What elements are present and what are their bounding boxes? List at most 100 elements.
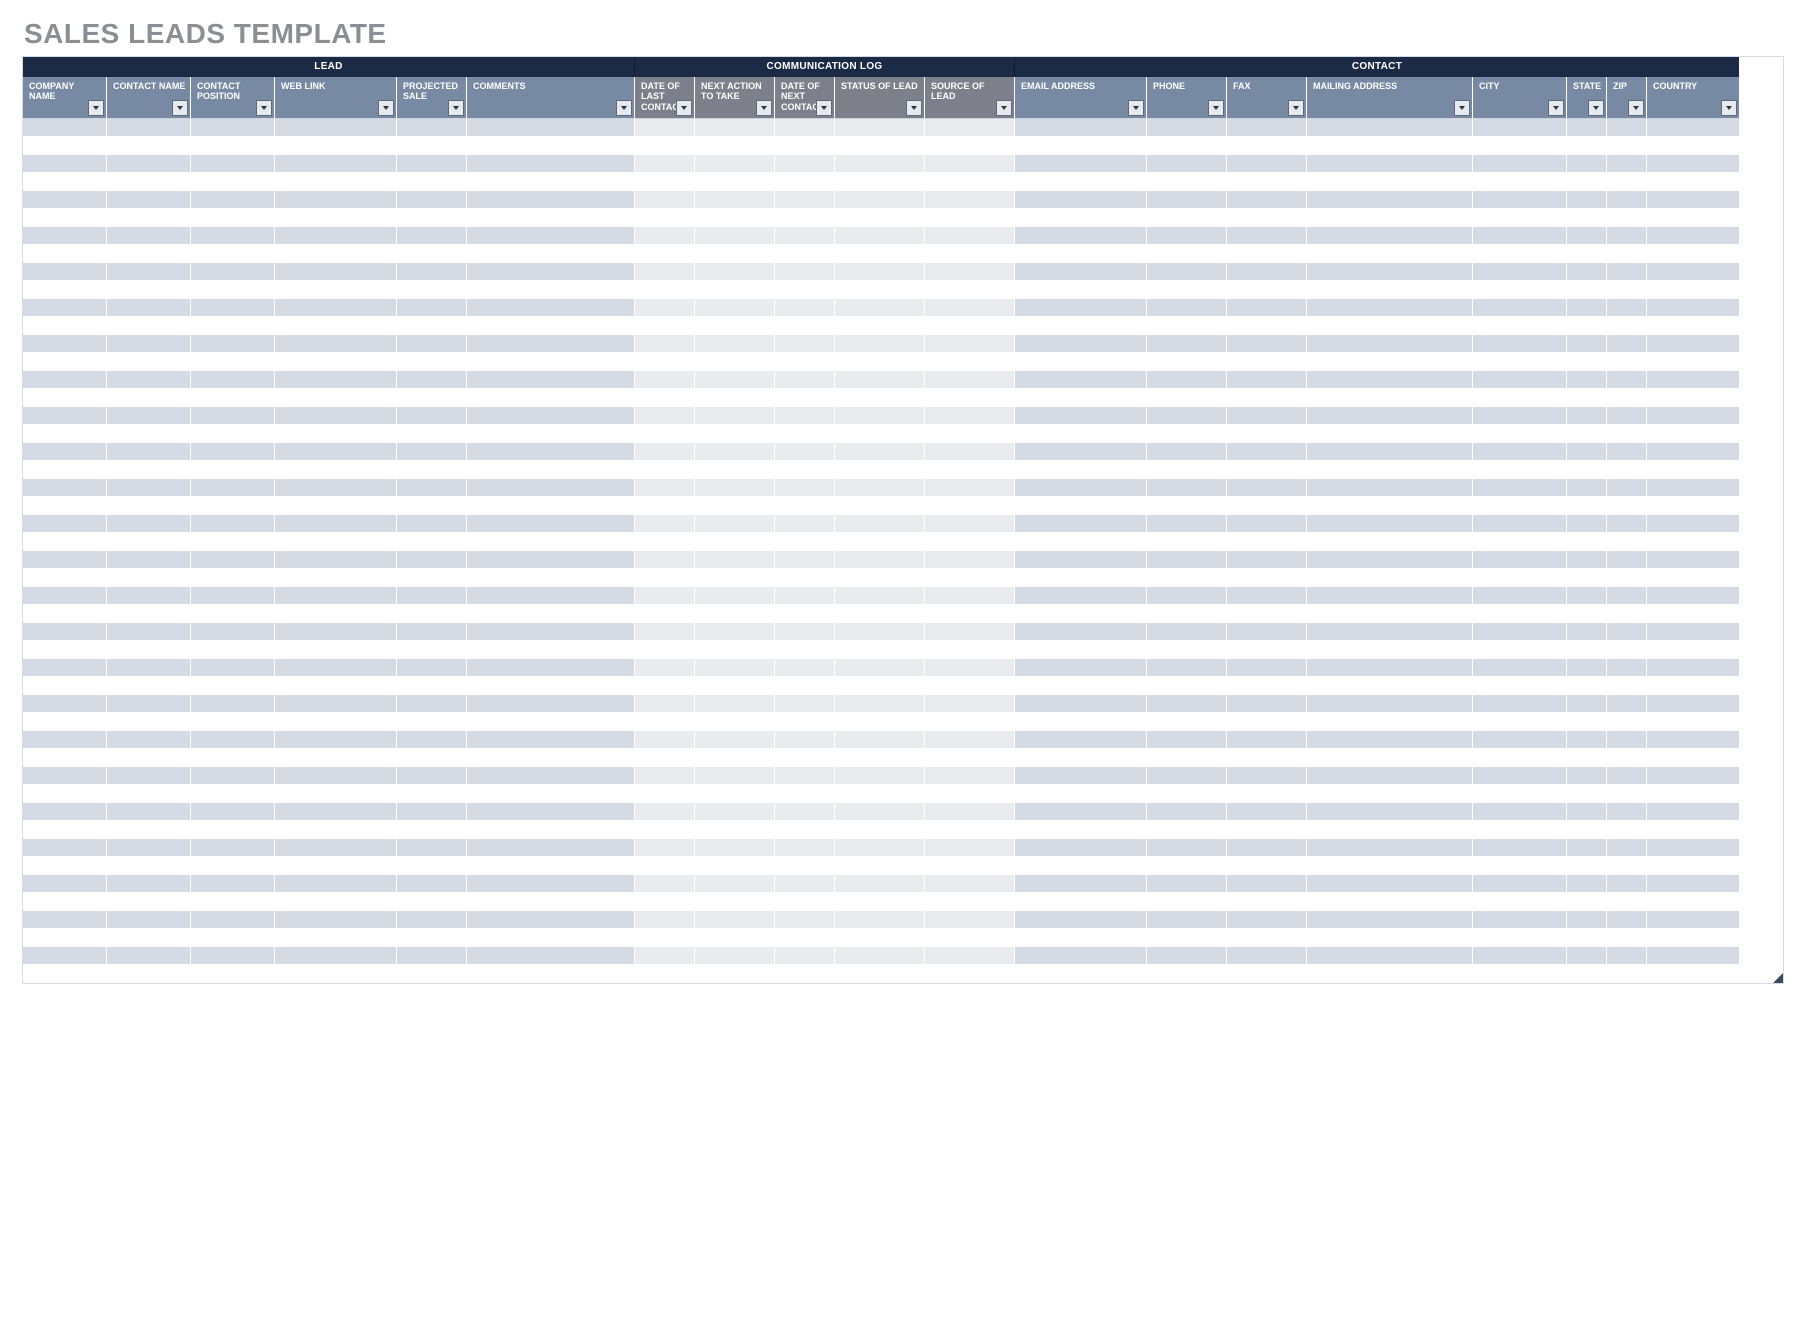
cell[interactable]: [1473, 911, 1567, 929]
cell[interactable]: [23, 659, 107, 677]
cell[interactable]: [1567, 317, 1607, 335]
cell[interactable]: [1607, 731, 1647, 749]
cell[interactable]: [1147, 893, 1227, 911]
cell[interactable]: [275, 911, 397, 929]
cell[interactable]: [1567, 191, 1607, 209]
cell[interactable]: [775, 713, 835, 731]
cell[interactable]: [1607, 227, 1647, 245]
cell[interactable]: [1647, 191, 1739, 209]
cell[interactable]: [1307, 947, 1473, 965]
cell[interactable]: [1147, 677, 1227, 695]
cell[interactable]: [1647, 281, 1739, 299]
cell[interactable]: [1227, 695, 1307, 713]
cell[interactable]: [1227, 965, 1307, 983]
cell[interactable]: [1307, 299, 1473, 317]
cell[interactable]: [635, 245, 695, 263]
cell[interactable]: [191, 479, 275, 497]
cell[interactable]: [191, 929, 275, 947]
cell[interactable]: [275, 137, 397, 155]
cell[interactable]: [925, 371, 1015, 389]
cell[interactable]: [635, 155, 695, 173]
cell[interactable]: [23, 335, 107, 353]
cell[interactable]: [835, 425, 925, 443]
cell[interactable]: [1473, 857, 1567, 875]
cell[interactable]: [275, 587, 397, 605]
cell[interactable]: [467, 839, 635, 857]
cell[interactable]: [925, 263, 1015, 281]
cell[interactable]: [1567, 821, 1607, 839]
cell[interactable]: [1567, 677, 1607, 695]
cell[interactable]: [397, 551, 467, 569]
cell[interactable]: [107, 119, 191, 137]
cell[interactable]: [275, 731, 397, 749]
cell[interactable]: [1567, 281, 1607, 299]
cell[interactable]: [1147, 965, 1227, 983]
cell[interactable]: [835, 533, 925, 551]
cell[interactable]: [107, 947, 191, 965]
cell[interactable]: [107, 533, 191, 551]
cell[interactable]: [775, 443, 835, 461]
cell[interactable]: [1147, 767, 1227, 785]
cell[interactable]: [1607, 785, 1647, 803]
cell[interactable]: [835, 497, 925, 515]
cell[interactable]: [1147, 749, 1227, 767]
cell[interactable]: [23, 443, 107, 461]
cell[interactable]: [397, 713, 467, 731]
cell[interactable]: [1607, 137, 1647, 155]
column-header[interactable]: STATE: [1567, 77, 1607, 119]
filter-dropdown-icon[interactable]: [378, 100, 394, 116]
cell[interactable]: [635, 587, 695, 605]
cell[interactable]: [397, 335, 467, 353]
cell[interactable]: [775, 731, 835, 749]
cell[interactable]: [635, 713, 695, 731]
cell[interactable]: [925, 299, 1015, 317]
cell[interactable]: [925, 497, 1015, 515]
cell[interactable]: [775, 137, 835, 155]
cell[interactable]: [107, 407, 191, 425]
column-header[interactable]: PHONE: [1147, 77, 1227, 119]
cell[interactable]: [1307, 407, 1473, 425]
cell[interactable]: [1473, 551, 1567, 569]
filter-dropdown-icon[interactable]: [88, 100, 104, 116]
cell[interactable]: [1473, 605, 1567, 623]
cell[interactable]: [275, 821, 397, 839]
column-header[interactable]: EMAIL ADDRESS: [1015, 77, 1147, 119]
cell[interactable]: [1015, 605, 1147, 623]
cell[interactable]: [107, 191, 191, 209]
cell[interactable]: [1147, 155, 1227, 173]
cell[interactable]: [1015, 947, 1147, 965]
cell[interactable]: [695, 641, 775, 659]
column-header[interactable]: DATE OF LAST CONTACT: [635, 77, 695, 119]
cell[interactable]: [925, 479, 1015, 497]
column-header[interactable]: CONTACT NAME: [107, 77, 191, 119]
cell[interactable]: [835, 659, 925, 677]
cell[interactable]: [23, 569, 107, 587]
column-header[interactable]: FAX: [1227, 77, 1307, 119]
cell[interactable]: [467, 263, 635, 281]
cell[interactable]: [107, 785, 191, 803]
cell[interactable]: [467, 749, 635, 767]
filter-dropdown-icon[interactable]: [448, 100, 464, 116]
cell[interactable]: [467, 119, 635, 137]
cell[interactable]: [835, 641, 925, 659]
cell[interactable]: [695, 317, 775, 335]
cell[interactable]: [1015, 515, 1147, 533]
cell[interactable]: [925, 929, 1015, 947]
cell[interactable]: [1473, 173, 1567, 191]
cell[interactable]: [1147, 911, 1227, 929]
cell[interactable]: [1307, 893, 1473, 911]
cell[interactable]: [1015, 695, 1147, 713]
cell[interactable]: [1567, 371, 1607, 389]
column-header[interactable]: PROJECTED SALE: [397, 77, 467, 119]
cell[interactable]: [1227, 353, 1307, 371]
cell[interactable]: [1607, 587, 1647, 605]
cell[interactable]: [635, 731, 695, 749]
cell[interactable]: [397, 191, 467, 209]
cell[interactable]: [835, 137, 925, 155]
cell[interactable]: [107, 677, 191, 695]
cell[interactable]: [467, 209, 635, 227]
column-header[interactable]: MAILING ADDRESS: [1307, 77, 1473, 119]
cell[interactable]: [467, 623, 635, 641]
cell[interactable]: [1307, 281, 1473, 299]
cell[interactable]: [1015, 659, 1147, 677]
